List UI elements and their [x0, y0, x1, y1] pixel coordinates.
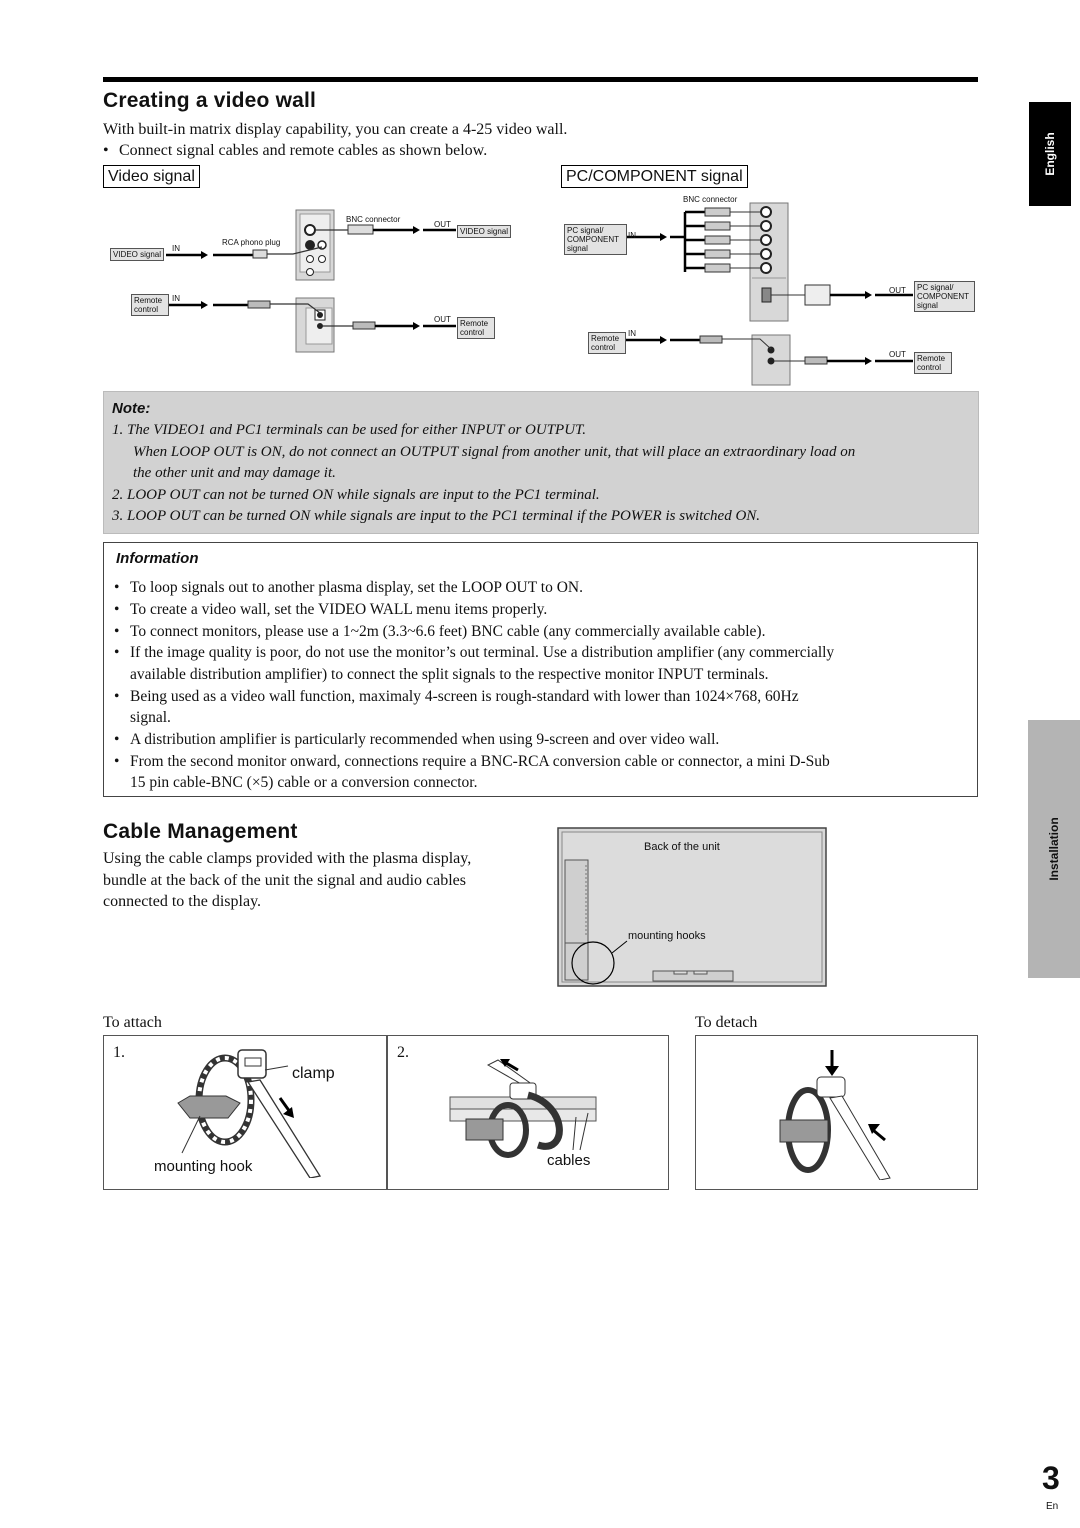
down-arrow-icon: [825, 1066, 839, 1076]
remote-in-source: Remote control: [131, 294, 169, 316]
mounting-hook-shape: [177, 1095, 241, 1119]
info-item-cont: 15 pin cable-BNC (×5) cable or a convers…: [130, 774, 478, 791]
pc-in-label: IN: [628, 231, 636, 240]
remote-out-label: OUT: [434, 315, 451, 324]
info-item: • To connect monitors, please use a 1~2m …: [114, 623, 766, 640]
arrow-icon: [201, 251, 208, 259]
clamp-bundle-illustration: [449, 1059, 597, 1158]
language-code: En: [1046, 1501, 1059, 1512]
pc-out-label: OUT: [889, 286, 906, 295]
clamp-label: clamp: [292, 1065, 335, 1082]
cables-label: cables: [547, 1152, 591, 1169]
video-terminal-panel: [295, 209, 335, 281]
info-item: • A distribution amplifier is particularl…: [114, 731, 720, 748]
cable-management-line: Using the cable clamps provided with the…: [103, 850, 472, 867]
mini-plug-icon: [352, 321, 376, 330]
step-1-number: 1.: [113, 1044, 125, 1061]
pc-remote-out-label: OUT: [889, 350, 906, 359]
page-number: 3: [1042, 1460, 1060, 1496]
top-rule: [103, 77, 978, 82]
rca-plug-icon: [252, 249, 268, 259]
arrow-icon: [201, 301, 208, 309]
note-title: Note:: [112, 400, 151, 417]
remote-out-target: Remote control: [457, 317, 495, 339]
pc-remote-panel: [751, 334, 791, 386]
note-item: 1. The VIDEO1 and PC1 terminals can be u…: [112, 422, 587, 438]
information-title: Information: [116, 550, 199, 567]
information-box: Information • To loop signals out to anot…: [103, 542, 978, 797]
note-item: When LOOP OUT is ON, do not connect an O…: [133, 444, 856, 460]
video-in-label: IN: [172, 244, 180, 253]
video-wall-bullet: • Connect signal cables and remote cables…: [103, 142, 488, 159]
pc-component-heading: PC/COMPONENT signal: [561, 165, 748, 188]
info-item: • Being used as a video wall function, ma…: [114, 688, 799, 705]
pc-out-target: PC signal/ COMPONENT signal: [914, 281, 975, 312]
to-attach-label: To attach: [103, 1014, 162, 1031]
language-tab: English: [1029, 102, 1071, 206]
video-wall-bullet-text: Connect signal cables and remote cables …: [119, 142, 488, 159]
note-box: Note: 1. The VIDEO1 and PC1 terminals ca…: [103, 391, 979, 534]
dsub-port-icon: [761, 287, 772, 303]
note-item: 3. LOOP OUT can be turned ON while signa…: [112, 508, 761, 524]
pc-in-source: PC signal/ COMPONENT signal: [564, 224, 627, 255]
remote-terminal-panel: [295, 297, 335, 353]
dsub-connector-icon: [804, 284, 831, 306]
video-wall-title: Creating a video wall: [103, 89, 317, 112]
arrow-icon: [660, 233, 667, 241]
mounting-hook-label: mounting hook: [154, 1158, 253, 1175]
video-out-label: OUT: [434, 220, 451, 229]
info-item: • To loop signals out to another plasma d…: [114, 579, 583, 596]
pc-remote-in-label: IN: [628, 329, 636, 338]
cable-management-line: bundle at the back of the unit the signa…: [103, 872, 466, 889]
section-tab: Installation: [1028, 720, 1080, 978]
rca-plug-label: RCA phono plug: [222, 238, 281, 247]
pc-remote-out-target: Remote control: [914, 352, 952, 374]
info-item: • From the second monitor onward, connect…: [114, 753, 830, 770]
remote-in-label: IN: [172, 294, 180, 303]
arrow-icon: [413, 322, 420, 330]
note-item: 2. LOOP OUT can not be turned ON while s…: [112, 487, 600, 503]
back-of-unit-label: Back of the unit: [644, 841, 720, 853]
arrow-icon: [865, 291, 872, 299]
video-in-source: VIDEO signal: [110, 248, 165, 261]
pc-bnc-connector-label: BNC connector: [683, 195, 738, 204]
arrow-icon: [413, 226, 420, 234]
video-out-target: VIDEO signal: [457, 225, 512, 238]
step-2-number: 2.: [397, 1044, 409, 1061]
section-tab-label: Installation: [1047, 817, 1061, 881]
clamp-detach-illustration: [779, 1050, 891, 1180]
info-item-cont: available distribution amplifier) to con…: [130, 666, 769, 683]
video-wall-intro: With built-in matrix display capability,…: [103, 121, 568, 138]
bnc-connector-icon: [347, 224, 374, 235]
mini-plug-icon: [247, 300, 271, 309]
bnc-connector-label: BNC connector: [346, 215, 401, 224]
language-tab-label: English: [1043, 132, 1057, 176]
pc-terminal-panel: [749, 202, 789, 322]
info-item-cont: signal.: [130, 709, 171, 726]
pc-remote-in-source: Remote control: [588, 332, 626, 354]
to-detach-label: To detach: [695, 1014, 758, 1031]
mounting-hooks-label: mounting hooks: [628, 930, 706, 942]
arrow-icon: [660, 336, 667, 344]
video-signal-heading: Video signal: [103, 165, 200, 188]
info-item: • If the image quality is poor, do not us…: [114, 644, 835, 661]
note-item: the other unit and may damage it.: [133, 465, 336, 481]
arrow-icon: [865, 357, 872, 365]
info-item: • To create a video wall, set the VIDEO W…: [114, 601, 548, 618]
cable-management-line: connected to the display.: [103, 893, 262, 910]
cable-management-title: Cable Management: [103, 820, 298, 843]
